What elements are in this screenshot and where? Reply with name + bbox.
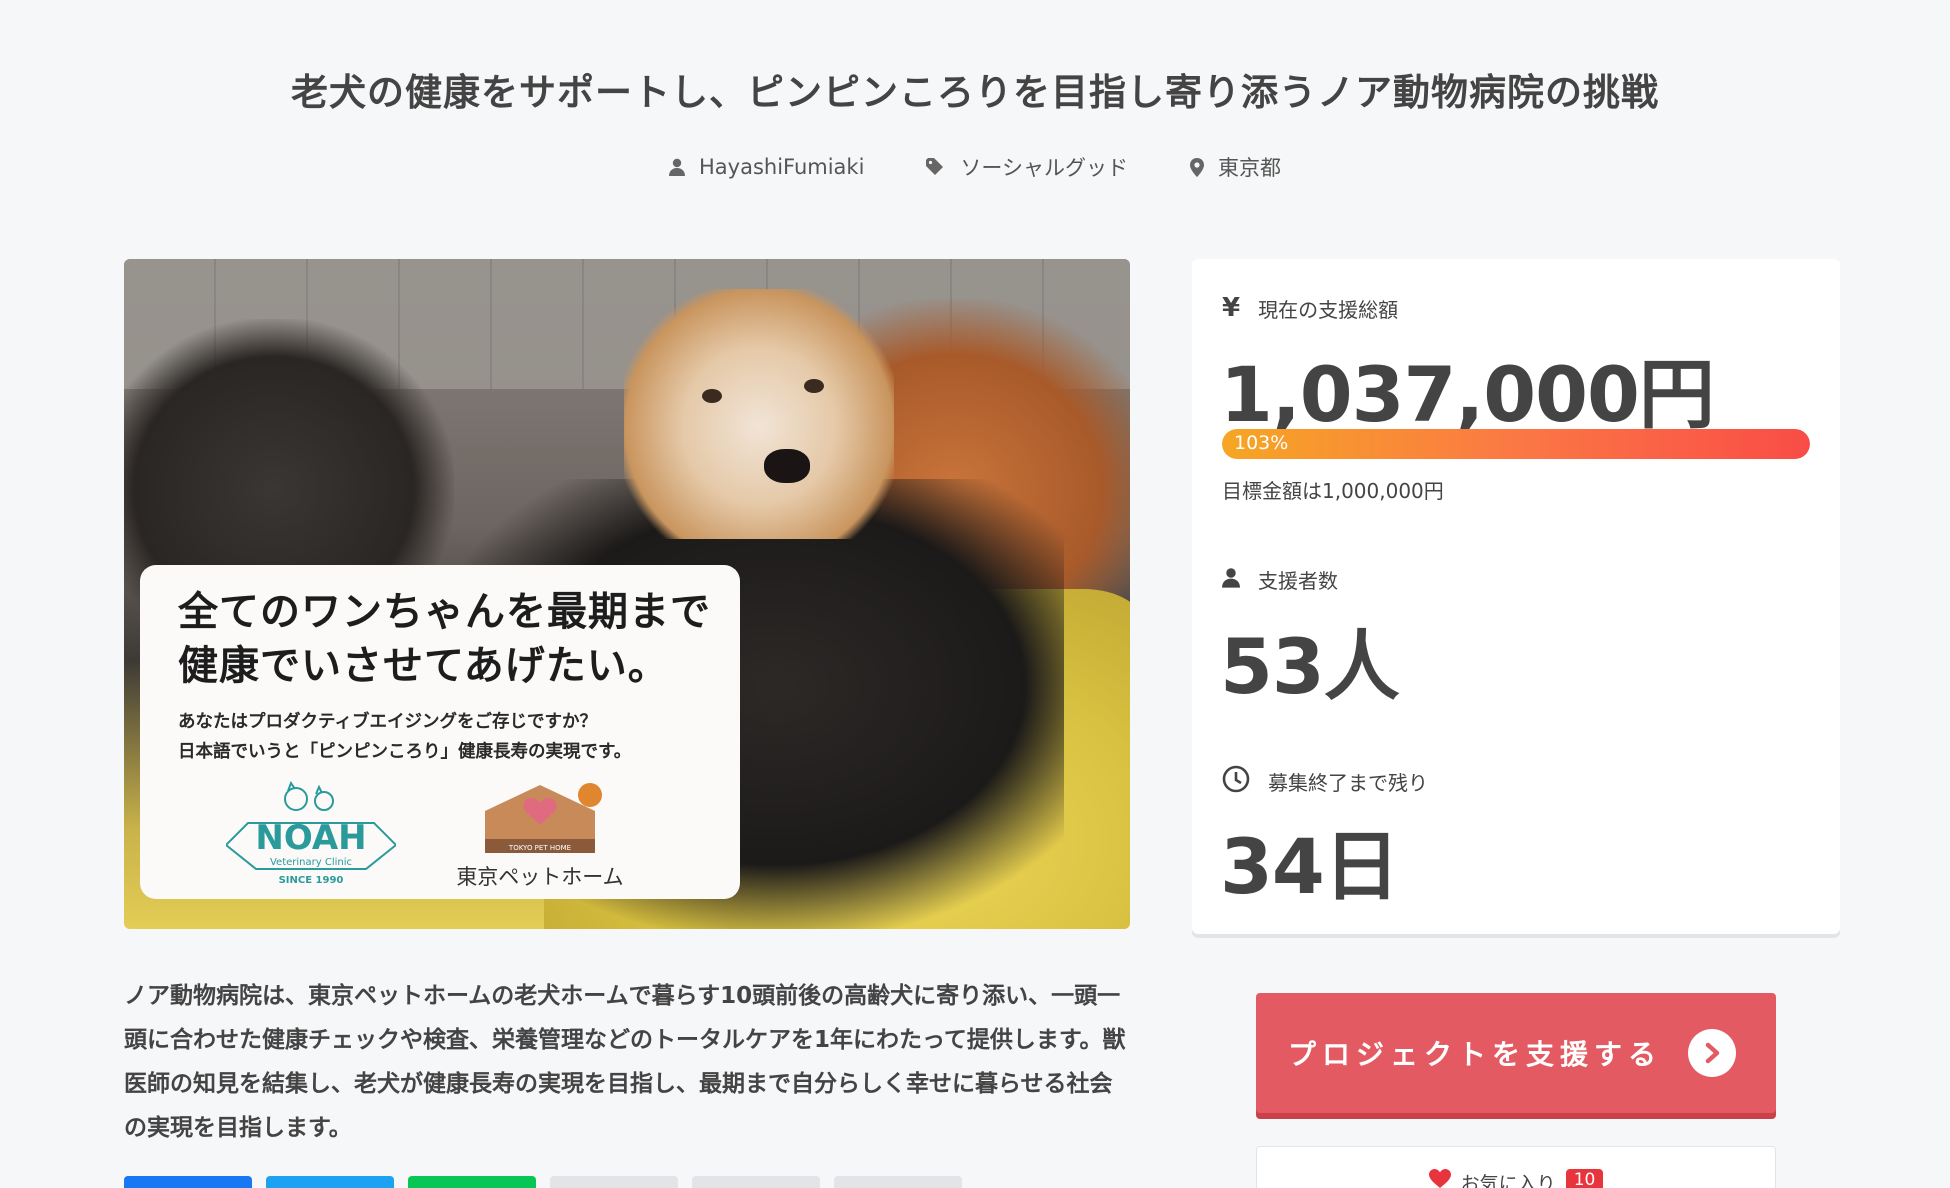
amount-label-row: ¥ 現在の支援総額 — [1222, 293, 1398, 323]
project-hero-image: 全てのワンちゃんを最期まで 健康でいさせてあげたい。 あなたはプロダクティブエイ… — [124, 259, 1130, 929]
hero-dog-eye — [702, 389, 722, 403]
favorite-label: お気に入り — [1460, 1173, 1556, 1188]
chevron-right-icon — [1688, 1029, 1736, 1077]
hero-text-line2: 日本語でいうと「ピンピンころり」健康長寿の実現です。 — [178, 742, 632, 762]
location-link[interactable]: 東京都 — [1190, 152, 1281, 182]
user-icon — [1222, 567, 1240, 593]
share-buttons — [124, 1176, 962, 1188]
hero-text-line1: あなたはプロダクティブエイジングをご存じですか？ — [178, 712, 597, 732]
amount-value: 1,037,000円 — [1220, 350, 1715, 439]
tag-icon — [926, 158, 946, 176]
category-name: ソーシャルグッド — [960, 156, 1129, 180]
favorite-button[interactable]: お気に入り 10 — [1256, 1146, 1776, 1188]
category-link[interactable]: ソーシャルグッド — [926, 152, 1128, 182]
amount-label: 現在の支援総額 — [1258, 297, 1399, 322]
heart-icon — [1428, 1169, 1451, 1188]
tokyo-pet-home-arc-text: TOKYO PET HOME — [508, 844, 571, 852]
supporters-value: 53人 — [1220, 622, 1400, 711]
support-project-button[interactable]: プロジェクトを支援する — [1256, 993, 1776, 1113]
goal-amount: 目標金額は1,000,000円 — [1222, 479, 1444, 503]
funding-progress-bar: 103% — [1222, 429, 1810, 459]
share-button-4[interactable] — [550, 1176, 678, 1188]
project-description: ノア動物病院は、東京ペットホームの老犬ホームで暮らす10頭前後の高齢犬に寄り添い… — [124, 983, 1126, 1141]
noah-logo-since: SINCE 1990 — [279, 875, 344, 886]
project-meta: HayashiFumiaki ソーシャルグッド 東京都 — [0, 152, 1950, 182]
remaining-value: 34日 — [1220, 822, 1400, 911]
support-project-label: プロジェクトを支援する — [1288, 1038, 1663, 1071]
progress-percent: 103% — [1234, 432, 1289, 454]
remaining-label-row: 募集終了まで残り — [1222, 765, 1428, 798]
supporters-label-row: 支援者数 — [1222, 565, 1338, 594]
hero-text: あなたはプロダクティブエイジングをご存じですか？ 日本語でいうと「ピンピンころり… — [178, 707, 738, 767]
hero-dog-nose — [764, 449, 810, 483]
tokyo-pet-home-logo: TOKYO PET HOME 東京ペットホーム — [455, 773, 625, 893]
map-pin-icon — [1190, 157, 1205, 177]
favorite-count-badge: 10 — [1565, 1169, 1604, 1188]
noah-logo-text: NOAH — [255, 818, 366, 858]
funding-stats-panel: ¥ 現在の支援総額 1,037,000円 103% 目標金額は1,000,000… — [1192, 259, 1840, 934]
noah-logo-subtitle: Veterinary Clinic — [270, 857, 352, 868]
share-facebook-button[interactable] — [124, 1176, 252, 1188]
hero-dog-eye — [804, 379, 824, 393]
progress-fill — [1222, 429, 1810, 459]
owner-name: HayashiFumiaki — [698, 155, 865, 179]
project-title: 老犬の健康をサポートし、ピンピンころりを目指し寄り添うノア動物病院の挑戦 — [291, 71, 1659, 114]
user-icon — [668, 158, 685, 176]
hero-headline-line1: 全てのワンちゃんを最期まで — [178, 589, 711, 635]
share-twitter-button[interactable] — [266, 1176, 394, 1188]
hero-headline: 全てのワンちゃんを最期まで 健康でいさせてあげたい。 — [178, 585, 738, 693]
hero-headline-line2: 健康でいさせてあげたい。 — [178, 643, 669, 689]
hero-text-card: 全てのワンちゃんを最期まで 健康でいさせてあげたい。 あなたはプロダクティブエイ… — [140, 565, 740, 899]
yen-icon: ¥ — [1222, 293, 1241, 323]
owner-link[interactable]: HayashiFumiaki — [668, 152, 865, 182]
tokyo-pet-home-name: 東京ペットホーム — [456, 865, 624, 889]
share-button-6[interactable] — [834, 1176, 962, 1188]
remaining-label: 募集終了まで残り — [1268, 771, 1428, 795]
clock-icon — [1222, 765, 1250, 798]
hero-dog-head — [624, 289, 894, 539]
location-name: 東京都 — [1218, 156, 1282, 180]
share-button-5[interactable] — [692, 1176, 820, 1188]
supporters-label: 支援者数 — [1258, 569, 1338, 593]
share-line-button[interactable] — [408, 1176, 536, 1188]
noah-logo: NOAH Veterinary Clinic SINCE 1990 — [224, 777, 398, 887]
